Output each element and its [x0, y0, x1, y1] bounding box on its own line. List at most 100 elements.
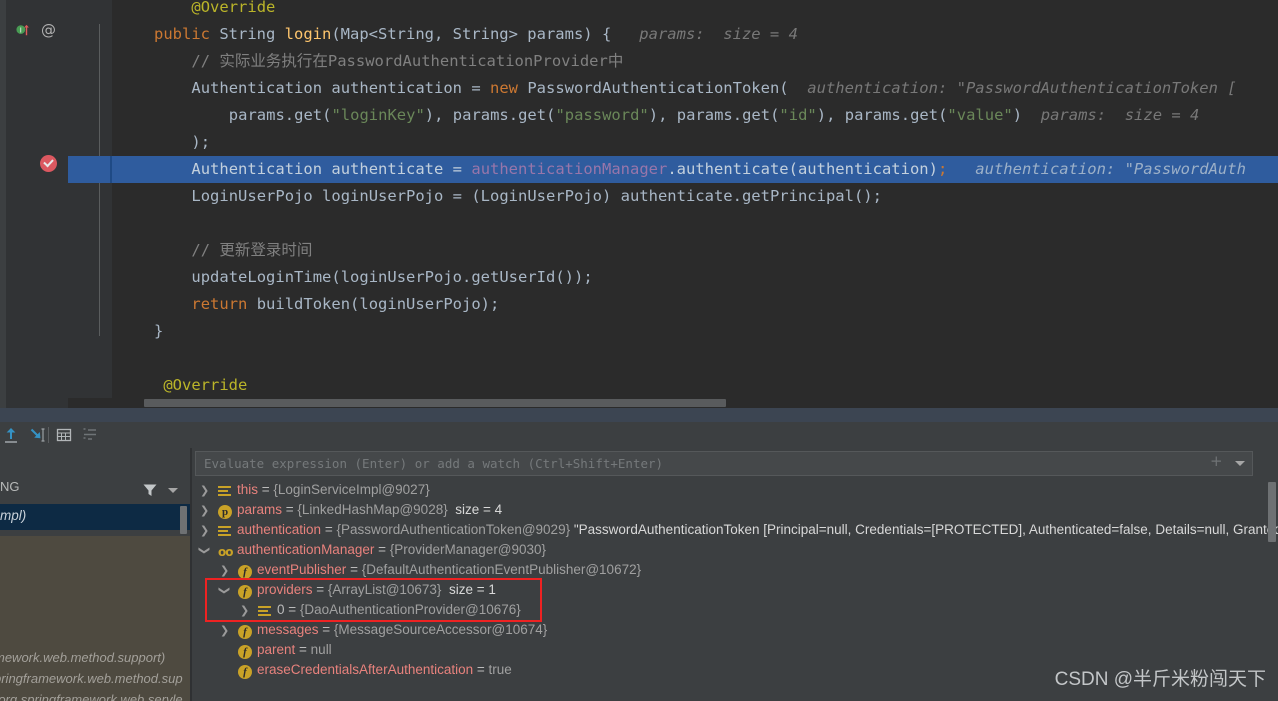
code-line[interactable]: public String login(Map<String, String> … — [154, 21, 798, 48]
code-token: login — [284, 25, 332, 43]
stack-frame-row[interactable]: pringframework.web.method.sup — [0, 671, 183, 686]
add-watch-icon[interactable]: + — [1210, 454, 1223, 469]
current-line-gutter-highlight — [68, 156, 112, 183]
svg-text:I: I — [20, 27, 22, 35]
variable-extra: "PasswordAuthenticationToken [Principal=… — [570, 522, 1278, 537]
evaluate-placeholder: Evaluate expression (Enter) or add a wat… — [204, 456, 664, 471]
chevron-right-icon[interactable] — [240, 604, 249, 617]
variable-text: eraseCredentialsAfterAuthentication = tr… — [257, 662, 512, 677]
editor-h-scrollbar-thumb[interactable] — [144, 399, 726, 407]
code-token: ), params.get( — [424, 106, 556, 124]
code-line[interactable]: Authentication authentication = new Pass… — [191, 75, 1236, 102]
breakpoint-verified-icon[interactable] — [40, 155, 57, 172]
frame-selected-label: mpl) — [0, 508, 27, 523]
editor-gutter[interactable]: I @ — [6, 0, 68, 408]
code-token: // 实际业务执行在PasswordAuthenticationProvider… — [191, 52, 624, 70]
variable-value: {MessageSourceAccessor@10674} — [333, 622, 548, 637]
editor-h-scrollbar-track[interactable] — [68, 398, 1278, 408]
evaluate-expression-input[interactable]: Evaluate expression (Enter) or add a wat… — [195, 451, 1253, 476]
force-step-into-icon[interactable] — [28, 426, 46, 444]
frames-topbar — [0, 448, 192, 478]
variable-equals: = — [284, 602, 300, 617]
override-method-icon[interactable]: I — [16, 23, 30, 37]
variable-value: null — [310, 642, 332, 657]
code-token: PasswordAuthenticationToken( — [527, 79, 789, 97]
code-token: return — [191, 295, 257, 313]
chevron-right-icon[interactable] — [200, 524, 209, 537]
frame-selected-row[interactable] — [0, 504, 192, 530]
chevron-down-icon[interactable] — [220, 584, 229, 597]
chevron-down-icon[interactable] — [200, 544, 209, 557]
stack-trace-list[interactable]: mework.web.method.support) pringframework… — [0, 536, 190, 701]
code-line[interactable]: LoginUserPojo loginUserPojo = (LoginUser… — [191, 183, 882, 210]
object-icon — [218, 486, 231, 498]
stack-frame-row[interactable]: (org.springframework.web.servle — [0, 692, 183, 701]
stack-frame-row[interactable]: mework.web.method.support) — [0, 650, 165, 665]
code-text-surface[interactable]: @Override public String login(Map<String,… — [112, 0, 1278, 408]
code-token: ) — [1012, 106, 1023, 124]
code-token: "password" — [555, 106, 649, 124]
variable-name: messages — [257, 622, 319, 637]
code-token: (Map<String, String> params) { — [331, 25, 612, 43]
chevron-right-icon[interactable] — [220, 624, 229, 637]
variable-text: authentication = {PasswordAuthentication… — [237, 522, 1278, 537]
code-token: authentication: "PasswordAuth — [947, 160, 1246, 178]
evaluate-table-icon[interactable] — [55, 426, 73, 444]
ide-window: I @ @Override public String login(Map<Str… — [0, 0, 1278, 701]
code-token: ), params.get( — [816, 106, 948, 124]
filter-icon[interactable] — [142, 482, 158, 498]
code-token: buildToken(loginUserPojo); — [256, 295, 500, 313]
editor-debug-splitter[interactable] — [0, 408, 1278, 422]
sort-values-icon[interactable] — [81, 426, 99, 444]
variable-name: providers — [257, 582, 313, 597]
object-icon — [258, 606, 271, 618]
code-line[interactable]: } — [154, 318, 163, 345]
variable-text: params = {LinkedHashMap@9028} size = 4 — [237, 502, 502, 517]
code-line[interactable]: @Override — [163, 372, 247, 399]
parameter-icon: p — [218, 505, 232, 519]
variable-name: parent — [257, 642, 296, 657]
code-token: ; — [937, 160, 948, 178]
chevron-down-icon[interactable] — [168, 488, 178, 493]
chevron-right-icon[interactable] — [220, 564, 229, 577]
variable-text: this = {LoginServiceImpl@9027} — [237, 482, 430, 497]
code-token: String — [219, 25, 285, 43]
variable-equals: = — [318, 622, 334, 637]
code-token: new — [490, 79, 528, 97]
step-out-icon[interactable] — [2, 426, 20, 444]
chevron-right-icon[interactable] — [200, 484, 209, 497]
evaluate-chevron-down-icon[interactable] — [1235, 461, 1245, 466]
variable-equals: = — [312, 582, 328, 597]
editor-fold-column[interactable] — [68, 0, 143, 408]
variable-name: authenticationManager — [237, 542, 375, 557]
code-line[interactable]: // 更新登录时间 — [191, 237, 312, 264]
variable-value: {DaoAuthenticationProvider@10676} — [299, 602, 521, 617]
code-token: updateLoginTime(loginUserPojo.getUserId(… — [191, 268, 593, 286]
annotation-at-icon[interactable]: @ — [41, 21, 56, 39]
chevron-right-icon[interactable] — [200, 504, 209, 517]
code-line[interactable]: updateLoginTime(loginUserPojo.getUserId(… — [191, 264, 592, 291]
code-line[interactable]: @Override — [191, 0, 275, 21]
variable-equals: = — [258, 482, 274, 497]
code-line[interactable]: ); — [191, 129, 210, 156]
interface-icon: oo — [218, 545, 233, 559]
code-token: Authentication authentication = — [191, 79, 491, 97]
code-token: authentication: "PasswordAuthenticationT… — [788, 79, 1237, 97]
variable-value: {LinkedHashMap@9028} — [297, 502, 448, 517]
variable-extra: size = 1 — [441, 582, 496, 597]
variable-text: eventPublisher = {DefaultAuthenticationE… — [257, 562, 641, 577]
csdn-watermark: CSDN @半斤米粉闯天下 — [1054, 669, 1266, 690]
variable-equals: = — [473, 662, 489, 677]
code-editor[interactable]: I @ @Override public String login(Map<Str… — [0, 0, 1278, 408]
variable-value: {PasswordAuthenticationToken@9029} — [336, 522, 571, 537]
variable-text: parent = null — [257, 642, 332, 657]
code-line[interactable]: return buildToken(loginUserPojo); — [191, 291, 499, 318]
frames-scrollbar-thumb[interactable] — [180, 506, 187, 534]
debug-toolbar[interactable] — [0, 422, 1278, 449]
thread-selector-row[interactable] — [0, 477, 192, 503]
code-line[interactable]: // 实际业务执行在PasswordAuthenticationProvider… — [191, 48, 623, 75]
code-line[interactable]: Authentication authenticate = authentica… — [191, 156, 1246, 183]
frames-panel[interactable]: NG mpl) mework.web.method.support) pringf… — [0, 448, 192, 701]
code-line[interactable]: params.get("loginKey"), params.get("pass… — [229, 102, 1200, 129]
variables-scrollbar-thumb[interactable] — [1268, 482, 1276, 542]
